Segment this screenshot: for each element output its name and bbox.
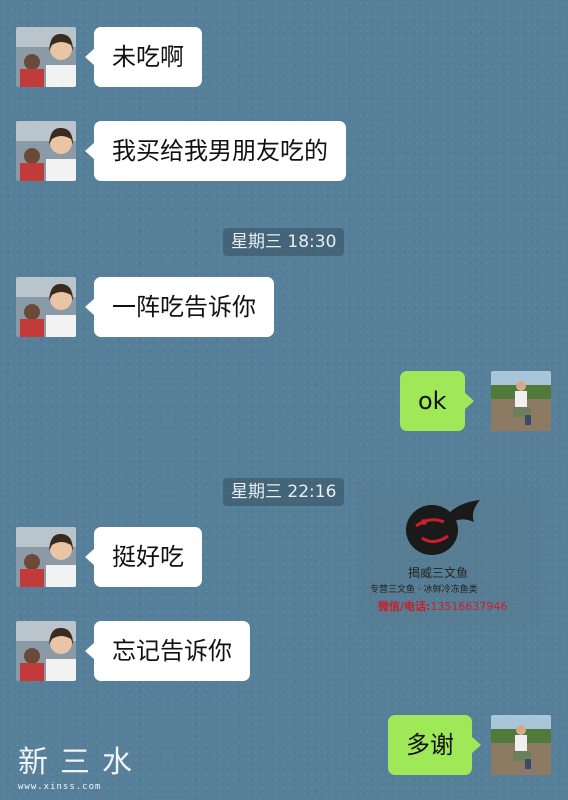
contact-avatar[interactable] — [16, 121, 76, 181]
outgoing-message-bubble[interactable]: 多谢 — [388, 715, 481, 775]
contact-avatar[interactable] — [16, 277, 76, 337]
watermark-subtitle: 专营三文鱼 · 冰鲜冷冻鱼类 — [370, 585, 478, 595]
timestamp-divider: 星期三 18:30 — [223, 228, 345, 256]
contact-avatar[interactable] — [16, 27, 76, 87]
incoming-message-bubble[interactable]: 挺好吃 — [85, 527, 202, 587]
watermark-contact: 微信/电话:13516637946 — [378, 600, 508, 613]
site-url: www.xinss.com — [18, 782, 102, 792]
incoming-message-bubble[interactable]: 我买给我男朋友吃的 — [85, 121, 346, 181]
site-title: 新三水 — [18, 745, 144, 780]
site-watermark: 新三水 www.xinss.com — [18, 745, 144, 793]
incoming-message-bubble[interactable]: 忘记告诉你 — [85, 621, 250, 681]
fish-logo-icon — [406, 500, 480, 555]
watermark-name: 揭威三文鱼 — [408, 566, 469, 580]
incoming-message-bubble[interactable]: 一阵吃告诉你 — [85, 277, 274, 337]
self-avatar[interactable] — [491, 371, 551, 431]
self-avatar[interactable] — [491, 715, 551, 775]
contact-avatar[interactable] — [16, 527, 76, 587]
incoming-message-bubble[interactable]: 未吃啊 — [85, 27, 202, 87]
contact-avatar[interactable] — [16, 621, 76, 681]
watermark-ad: 揭威三文鱼 专营三文鱼 · 冰鲜冷冻鱼类 微信/电话:13516637946 — [358, 486, 540, 626]
timestamp-divider: 星期三 22:16 — [223, 478, 345, 506]
outgoing-message-bubble[interactable]: ok — [400, 371, 474, 431]
